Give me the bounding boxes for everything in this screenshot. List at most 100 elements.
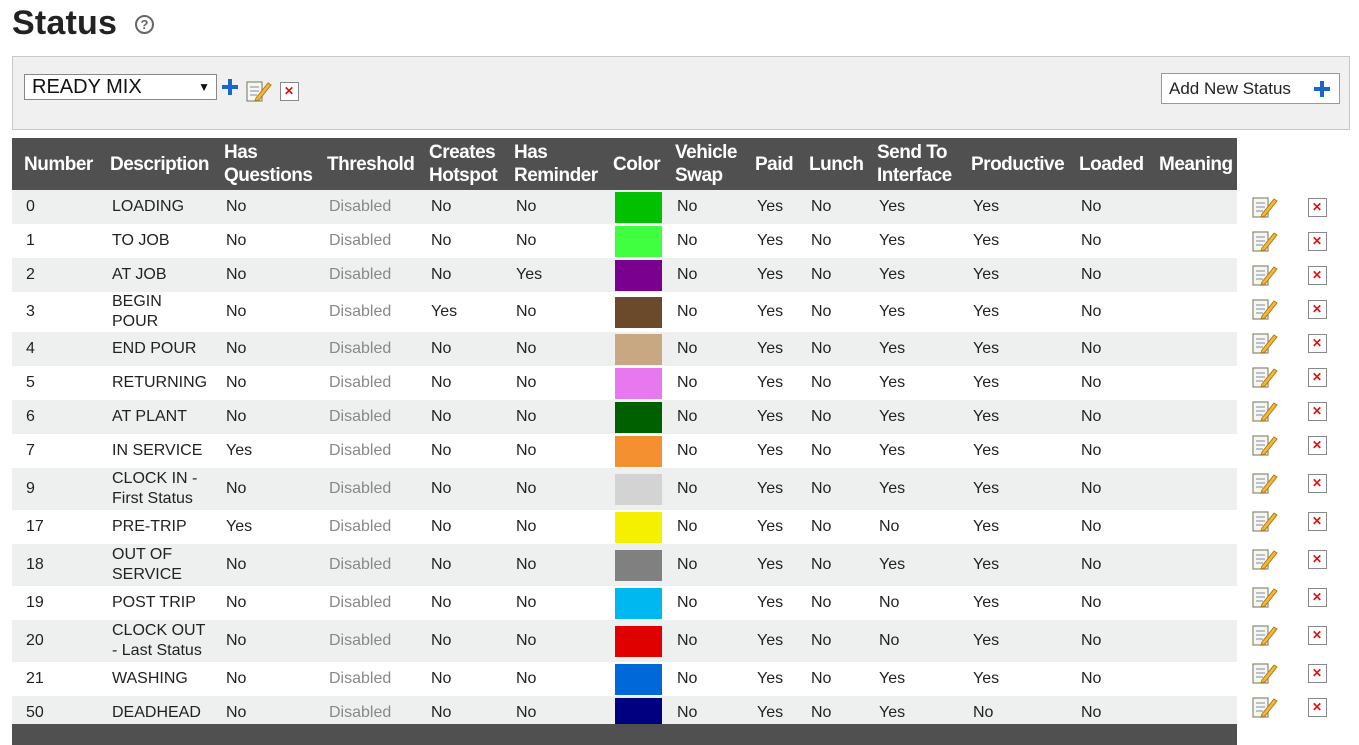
cell-has-questions: No [212,258,315,292]
edit-icon[interactable] [1252,623,1278,647]
table-row[interactable]: 9 CLOCK IN - First Status No Disabled No No No… [12,468,1237,510]
cell-threshold: Disabled [315,366,417,400]
table-row[interactable]: 3 BEGIN POUR No Disabled Yes No No Yes No Yes Yes N… [12,292,1237,332]
cell-productive: Yes [959,258,1067,292]
row-actions [1237,614,1347,656]
delete-icon[interactable] [1308,300,1327,319]
column-header-paid[interactable]: Paid [743,138,797,190]
edit-icon[interactable] [1252,297,1278,321]
delete-icon[interactable] [1308,402,1327,421]
table-row[interactable]: 2 AT JOB No Disabled No Yes No Yes No Yes Yes No [12,258,1237,292]
cell-threshold: Disabled [315,292,417,332]
edit-icon[interactable] [1252,331,1278,355]
column-header-number[interactable]: Number [12,138,98,190]
delete-group-icon[interactable] [280,82,299,101]
add-new-status-button[interactable]: Add New Status [1161,73,1340,104]
column-header-has-reminder[interactable]: Has Reminder [502,138,601,190]
cell-productive: Yes [959,190,1067,224]
row-actions [1237,656,1347,690]
delete-icon[interactable] [1308,436,1327,455]
column-header-has-questions[interactable]: Has Questions [212,138,315,190]
table-row[interactable]: 0 LOADING No Disabled No No No Yes No Yes Yes No [12,190,1237,224]
column-header-creates-hotspot[interactable]: Creates Hotspot [417,138,502,190]
column-header-meaning[interactable]: Meaning [1147,138,1237,190]
column-header-vehicle-swap[interactable]: Vehicle Swap [663,138,743,190]
row-actions [1237,690,1347,724]
delete-icon[interactable] [1308,512,1327,531]
delete-icon[interactable] [1308,626,1327,645]
status-table: Number Description Has Questions Thresho… [12,138,1237,730]
delete-icon[interactable] [1308,588,1327,607]
delete-icon[interactable] [1308,198,1327,217]
color-swatch [615,663,662,695]
column-header-lunch[interactable]: Lunch [797,138,865,190]
column-header-loaded[interactable]: Loaded [1067,138,1147,190]
delete-icon[interactable] [1308,368,1327,387]
table-row[interactable]: 17 PRE-TRIP Yes Disabled No No No Yes No No Yes No [12,510,1237,544]
edit-icon[interactable] [1252,695,1278,719]
table-row[interactable]: 5 RETURNING No Disabled No No No Yes No Yes Yes No [12,366,1237,400]
edit-icon[interactable] [1252,585,1278,609]
cell-vehicle-swap: No [663,662,743,696]
edit-icon[interactable] [1252,229,1278,253]
cell-loaded: No [1067,620,1147,662]
table-row[interactable]: 1 TO JOB No Disabled No No No Yes No Yes Yes No [12,224,1237,258]
edit-icon[interactable] [1252,471,1278,495]
cell-description: LOADING [98,190,212,224]
cell-description: END POUR [98,332,212,366]
delete-icon[interactable] [1308,698,1327,717]
edit-icon[interactable] [1252,509,1278,533]
edit-icon[interactable] [1252,263,1278,287]
cell-description: BEGIN POUR [98,292,212,332]
edit-icon[interactable] [1252,661,1278,685]
table-row[interactable]: 18 OUT OF SERVICE No Disabled No No No Yes No Yes… [12,544,1237,586]
edit-icon[interactable] [1252,433,1278,457]
cell-vehicle-swap: No [663,366,743,400]
cell-vehicle-swap: No [663,468,743,510]
delete-icon[interactable] [1308,232,1327,251]
color-cell [601,332,663,366]
column-header-color[interactable]: Color [601,138,663,190]
delete-icon[interactable] [1308,334,1327,353]
edit-icon[interactable] [1252,195,1278,219]
cell-lunch: No [797,400,865,434]
delete-icon[interactable] [1308,550,1327,569]
column-header-productive[interactable]: Productive [959,138,1067,190]
cell-loaded: No [1067,332,1147,366]
cell-has-questions: No [212,544,315,586]
cell-description: RETURNING [98,366,212,400]
table-row[interactable]: 21 WASHING No Disabled No No No Yes No Yes Yes No [12,662,1237,696]
cell-meaning [1147,510,1237,544]
cell-has-reminder: No [502,190,601,224]
table-row[interactable]: 19 POST TRIP No Disabled No No No Yes No No Yes No [12,586,1237,620]
cell-paid: Yes [743,190,797,224]
table-row[interactable]: 20 CLOCK OUT - Last Status No Disabled No No N… [12,620,1237,662]
delete-icon[interactable] [1308,664,1327,683]
table-row[interactable]: 4 END POUR No Disabled No No No Yes No Yes Yes No [12,332,1237,366]
delete-icon[interactable] [1308,474,1327,493]
delete-icon[interactable] [1308,266,1327,285]
row-actions [1237,462,1347,504]
edit-icon[interactable] [1252,365,1278,389]
cell-number: 4 [12,332,98,366]
column-header-description[interactable]: Description [98,138,212,190]
cell-paid: Yes [743,434,797,468]
cell-meaning [1147,586,1237,620]
cell-lunch: No [797,662,865,696]
table-row[interactable]: 6 AT PLANT No Disabled No No No Yes No Yes Yes No [12,400,1237,434]
help-icon[interactable]: ? [135,15,154,34]
color-cell [601,366,663,400]
table-row[interactable]: 7 IN SERVICE Yes Disabled No No No Yes No Yes Yes N… [12,434,1237,468]
cell-number: 9 [12,468,98,510]
column-header-send-to-interface[interactable]: Send To Interface [865,138,959,190]
edit-icon[interactable] [1252,399,1278,423]
row-actions [1237,394,1347,428]
column-header-threshold[interactable]: Threshold [315,138,417,190]
status-group-select[interactable]: READY MIX ▼ [24,74,217,100]
add-group-plus-icon[interactable] [221,78,239,96]
cell-creates-hotspot: No [417,332,502,366]
edit-icon[interactable] [1252,547,1278,571]
cell-loaded: No [1067,510,1147,544]
edit-group-icon[interactable] [246,79,272,103]
cell-has-questions: No [212,332,315,366]
